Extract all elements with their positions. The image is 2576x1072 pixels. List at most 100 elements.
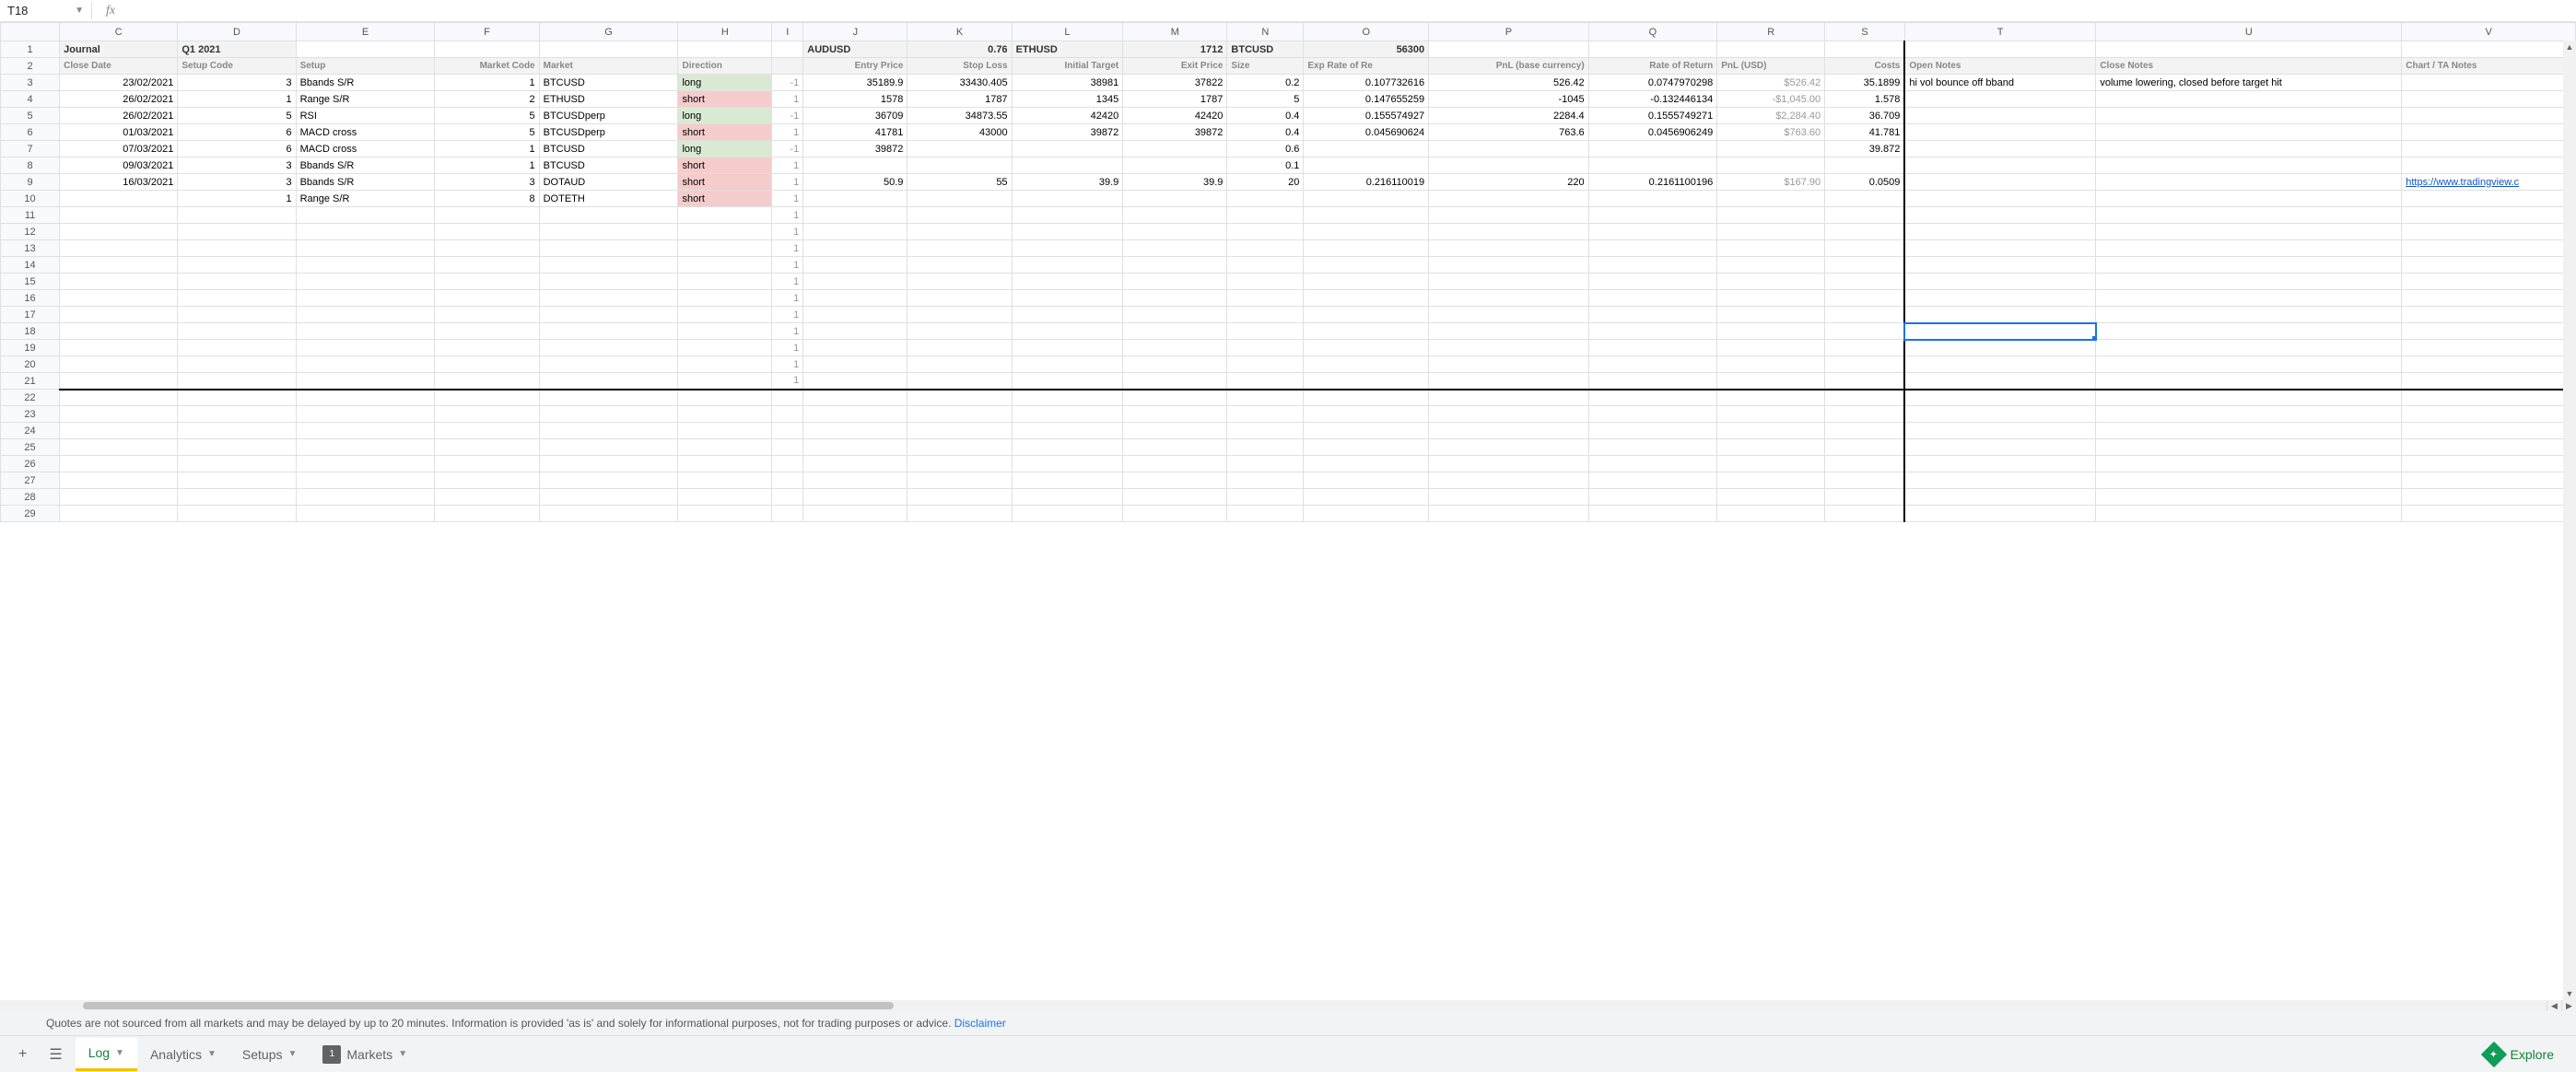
cell-U8[interactable] <box>2096 157 2402 174</box>
cell-N18[interactable] <box>1227 323 1304 340</box>
row-header[interactable]: 23 <box>1 406 60 423</box>
cell-I4[interactable]: 1 <box>772 91 803 108</box>
cell-F13[interactable] <box>435 240 539 257</box>
cell-J7[interactable]: 39872 <box>803 141 907 157</box>
cell-S10[interactable] <box>1825 191 1905 207</box>
cell-K14[interactable] <box>907 257 1012 274</box>
cell-J19[interactable] <box>803 340 907 356</box>
cell-R10[interactable] <box>1717 191 1825 207</box>
cell-T21[interactable] <box>1904 373 2095 390</box>
cell-F16[interactable] <box>435 290 539 307</box>
cell-K29[interactable] <box>907 506 1012 522</box>
cell-P17[interactable] <box>1429 307 1589 323</box>
cell-K6[interactable]: 43000 <box>907 124 1012 141</box>
cell-G7[interactable]: BTCUSD <box>539 141 678 157</box>
cell-R22[interactable] <box>1717 390 1825 406</box>
cell-C23[interactable] <box>60 406 178 423</box>
cell-F12[interactable] <box>435 224 539 240</box>
cell-E20[interactable] <box>296 356 435 373</box>
cell-R17[interactable] <box>1717 307 1825 323</box>
cell-P5[interactable]: 2284.4 <box>1429 108 1589 124</box>
cell-I3[interactable]: -1 <box>772 75 803 91</box>
cell-S29[interactable] <box>1825 506 1905 522</box>
cell-O24[interactable] <box>1304 423 1429 439</box>
cell-D4[interactable]: 1 <box>178 91 296 108</box>
cell-P3[interactable]: 526.42 <box>1429 75 1589 91</box>
cell-O13[interactable] <box>1304 240 1429 257</box>
cell-Q8[interactable] <box>1588 157 1717 174</box>
cell-I28[interactable] <box>772 489 803 506</box>
cell-H20[interactable] <box>678 356 772 373</box>
cell-F4[interactable]: 2 <box>435 91 539 108</box>
cell-R14[interactable] <box>1717 257 1825 274</box>
cell-M16[interactable] <box>1123 290 1227 307</box>
cell-E22[interactable] <box>296 390 435 406</box>
cell-P2[interactable]: PnL (base currency) <box>1429 58 1589 75</box>
cell-G21[interactable] <box>539 373 678 390</box>
cell-L3[interactable]: 38981 <box>1012 75 1123 91</box>
cell-I15[interactable]: 1 <box>772 274 803 290</box>
cell-S5[interactable]: 36.709 <box>1825 108 1905 124</box>
col-header-L[interactable]: L <box>1012 23 1123 41</box>
col-header-N[interactable]: N <box>1227 23 1304 41</box>
cell-D18[interactable] <box>178 323 296 340</box>
cell-V23[interactable] <box>2402 406 2576 423</box>
cell-T9[interactable] <box>1904 174 2095 191</box>
cell-T12[interactable] <box>1904 224 2095 240</box>
cell-T29[interactable] <box>1904 506 2095 522</box>
cell-Q5[interactable]: 0.1555749271 <box>1588 108 1717 124</box>
cell-G8[interactable]: BTCUSD <box>539 157 678 174</box>
cell-T25[interactable] <box>1904 439 2095 456</box>
cell-L13[interactable] <box>1012 240 1123 257</box>
cell-S26[interactable] <box>1825 456 1905 472</box>
cell-N1[interactable]: BTCUSD <box>1227 41 1304 58</box>
cell-O8[interactable] <box>1304 157 1429 174</box>
cell-O14[interactable] <box>1304 257 1429 274</box>
cell-O28[interactable] <box>1304 489 1429 506</box>
cell-D13[interactable] <box>178 240 296 257</box>
cell-F5[interactable]: 5 <box>435 108 539 124</box>
cell-E18[interactable] <box>296 323 435 340</box>
cell-I21[interactable]: 1 <box>772 373 803 390</box>
cell-P6[interactable]: 763.6 <box>1429 124 1589 141</box>
cell-F19[interactable] <box>435 340 539 356</box>
cell-K21[interactable] <box>907 373 1012 390</box>
cell-R29[interactable] <box>1717 506 1825 522</box>
cell-J25[interactable] <box>803 439 907 456</box>
cell-U28[interactable] <box>2096 489 2402 506</box>
cell-T26[interactable] <box>1904 456 2095 472</box>
cell-J28[interactable] <box>803 489 907 506</box>
cell-K27[interactable] <box>907 472 1012 489</box>
scrollbar-thumb[interactable] <box>83 1002 894 1009</box>
cell-M3[interactable]: 37822 <box>1123 75 1227 91</box>
cell-U25[interactable] <box>2096 439 2402 456</box>
cell-T2[interactable]: Open Notes <box>1904 58 2095 75</box>
cell-M14[interactable] <box>1123 257 1227 274</box>
cell-K9[interactable]: 55 <box>907 174 1012 191</box>
cell-S12[interactable] <box>1825 224 1905 240</box>
cell-G6[interactable]: BTCUSDperp <box>539 124 678 141</box>
cell-V4[interactable] <box>2402 91 2576 108</box>
cell-V8[interactable] <box>2402 157 2576 174</box>
cell-M15[interactable] <box>1123 274 1227 290</box>
cell-C24[interactable] <box>60 423 178 439</box>
cell-R9[interactable]: $167.90 <box>1717 174 1825 191</box>
cell-S11[interactable] <box>1825 207 1905 224</box>
cell-C6[interactable]: 01/03/2021 <box>60 124 178 141</box>
cell-K23[interactable] <box>907 406 1012 423</box>
cell-E12[interactable] <box>296 224 435 240</box>
cell-S25[interactable] <box>1825 439 1905 456</box>
cell-I27[interactable] <box>772 472 803 489</box>
cell-G4[interactable]: ETHUSD <box>539 91 678 108</box>
cell-T19[interactable] <box>1904 340 2095 356</box>
cell-J17[interactable] <box>803 307 907 323</box>
cell-V28[interactable] <box>2402 489 2576 506</box>
cell-O19[interactable] <box>1304 340 1429 356</box>
cell-I16[interactable]: 1 <box>772 290 803 307</box>
cell-O15[interactable] <box>1304 274 1429 290</box>
cell-L8[interactable] <box>1012 157 1123 174</box>
cell-J12[interactable] <box>803 224 907 240</box>
cell-V15[interactable] <box>2402 274 2576 290</box>
cell-F15[interactable] <box>435 274 539 290</box>
cell-C21[interactable] <box>60 373 178 390</box>
